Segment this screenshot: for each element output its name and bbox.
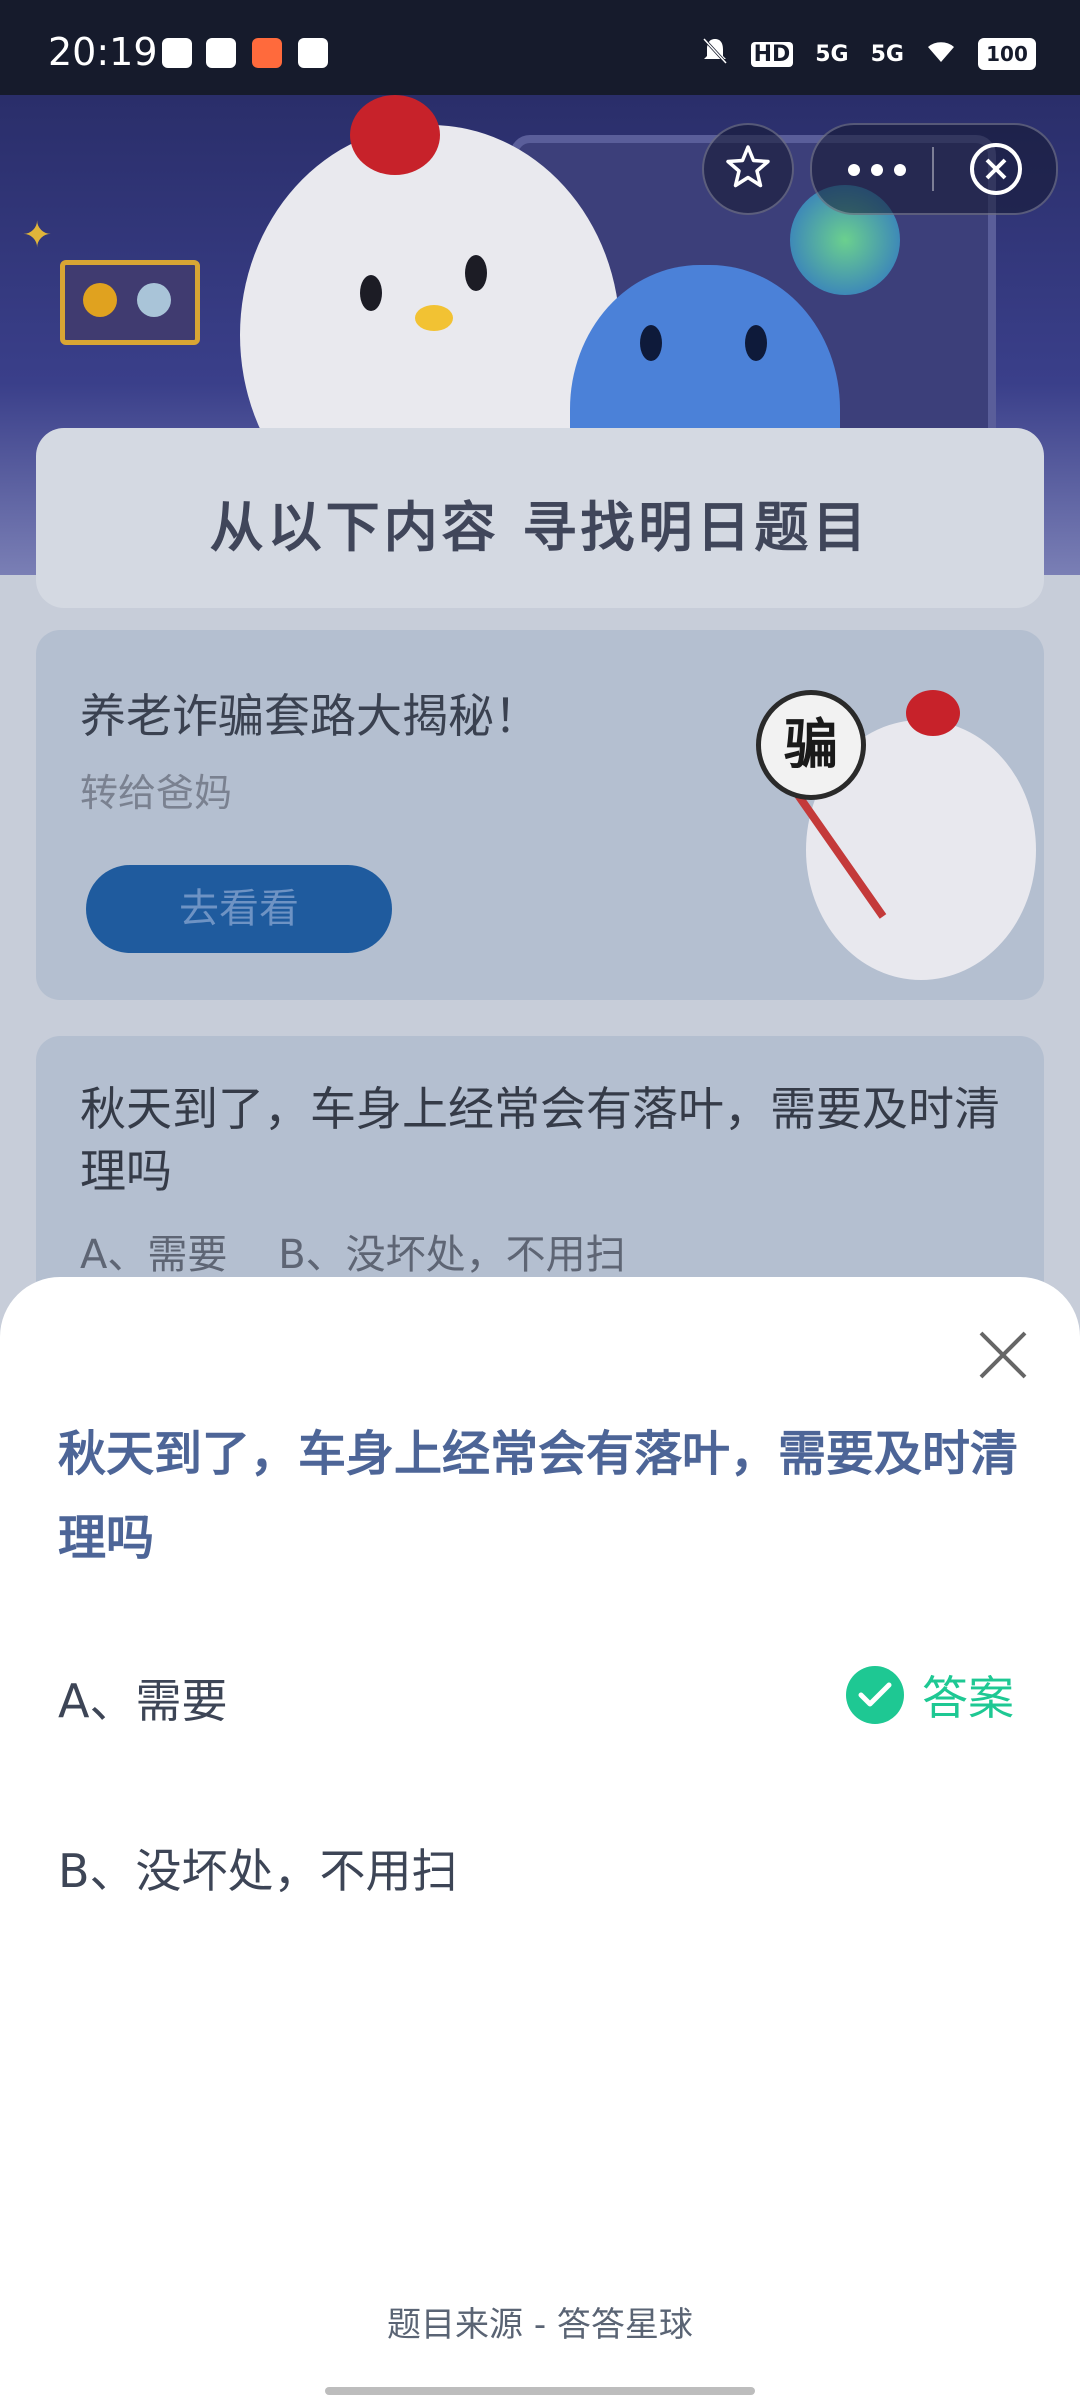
- close-icon: [979, 1331, 1027, 1379]
- hd-icon: HD: [750, 41, 794, 67]
- more-icon: [848, 164, 906, 176]
- mute-icon: [701, 36, 729, 72]
- video-app-icon: [206, 38, 236, 68]
- go-see-button[interactable]: 去看看: [86, 865, 392, 953]
- card-options: A、需要 B、没坏处，不用扫: [80, 1232, 626, 1278]
- fraud-sign: 骗: [756, 690, 866, 800]
- chick-comb: [350, 95, 440, 175]
- option-a[interactable]: A、需要: [58, 1665, 227, 1731]
- signal-5g-icon-2: 5G: [870, 41, 904, 67]
- battery-icon: 100: [978, 38, 1036, 70]
- correct-answer-badge: 答案: [846, 1665, 1014, 1725]
- sheet-close-button[interactable]: [975, 1327, 1031, 1383]
- fitness-app-icon: [252, 38, 282, 68]
- medal-frame: [60, 260, 200, 345]
- close-mini-program-button[interactable]: [956, 139, 1036, 199]
- card-subtitle: 转给爸妈: [80, 771, 233, 815]
- sparkle-icon: ✦: [22, 215, 53, 256]
- chick-beak: [415, 305, 453, 331]
- page-heading: 从以下内容 寻找明日题目: [209, 496, 871, 559]
- answer-bottom-sheet: 秋天到了，车身上经常会有落叶，需要及时清理吗 A、需要 答案 B、没坏处，不用扫…: [0, 1277, 1080, 2400]
- anti-fraud-card[interactable]: 养老诈骗套路大揭秘！ 转给爸妈 去看看 骗: [36, 630, 1044, 1000]
- chick-eye-right: [465, 255, 487, 291]
- status-bar: 20:19 HD 5G 5G 100: [0, 0, 1080, 95]
- favorite-button[interactable]: [702, 123, 794, 215]
- chick-comb-small: [906, 690, 960, 736]
- gold-medal-icon: [83, 283, 117, 317]
- card-title: 养老诈骗套路大揭秘！: [80, 689, 540, 743]
- sheet-question: 秋天到了，车身上经常会有落叶，需要及时清理吗: [58, 1426, 1019, 1566]
- option-b[interactable]: B、没坏处，不用扫: [58, 1835, 458, 1901]
- chick-anti-fraud-illustration: 骗: [716, 660, 1036, 980]
- task-icon: [162, 38, 192, 68]
- wifi-icon: [926, 38, 956, 70]
- card-question: 秋天到了，车身上经常会有落叶，需要及时清理吗: [80, 1082, 1000, 1198]
- check-icon: [846, 1666, 904, 1724]
- capsule-divider: [932, 147, 934, 191]
- status-time: 20:19: [48, 30, 158, 74]
- question-source: 题目来源 - 答答星球: [387, 2305, 693, 2345]
- answer-label: 答案: [922, 1671, 1014, 1725]
- silver-medal-icon: [137, 283, 171, 317]
- blue-mascot-eye-right: [745, 325, 767, 361]
- heading-card: 从以下内容 寻找明日题目: [36, 428, 1044, 608]
- more-button[interactable]: [832, 139, 922, 199]
- blue-mascot-eye-left: [640, 325, 662, 361]
- status-indicators: HD 5G 5G 100: [701, 36, 1036, 72]
- close-circle-icon: [970, 143, 1022, 195]
- app-icon: [298, 38, 328, 68]
- chick-eye-left: [360, 275, 382, 311]
- star-icon: [726, 145, 770, 188]
- signal-5g-icon: 5G: [815, 41, 849, 67]
- home-indicator[interactable]: [325, 2387, 755, 2395]
- mini-program-capsule: [810, 123, 1058, 215]
